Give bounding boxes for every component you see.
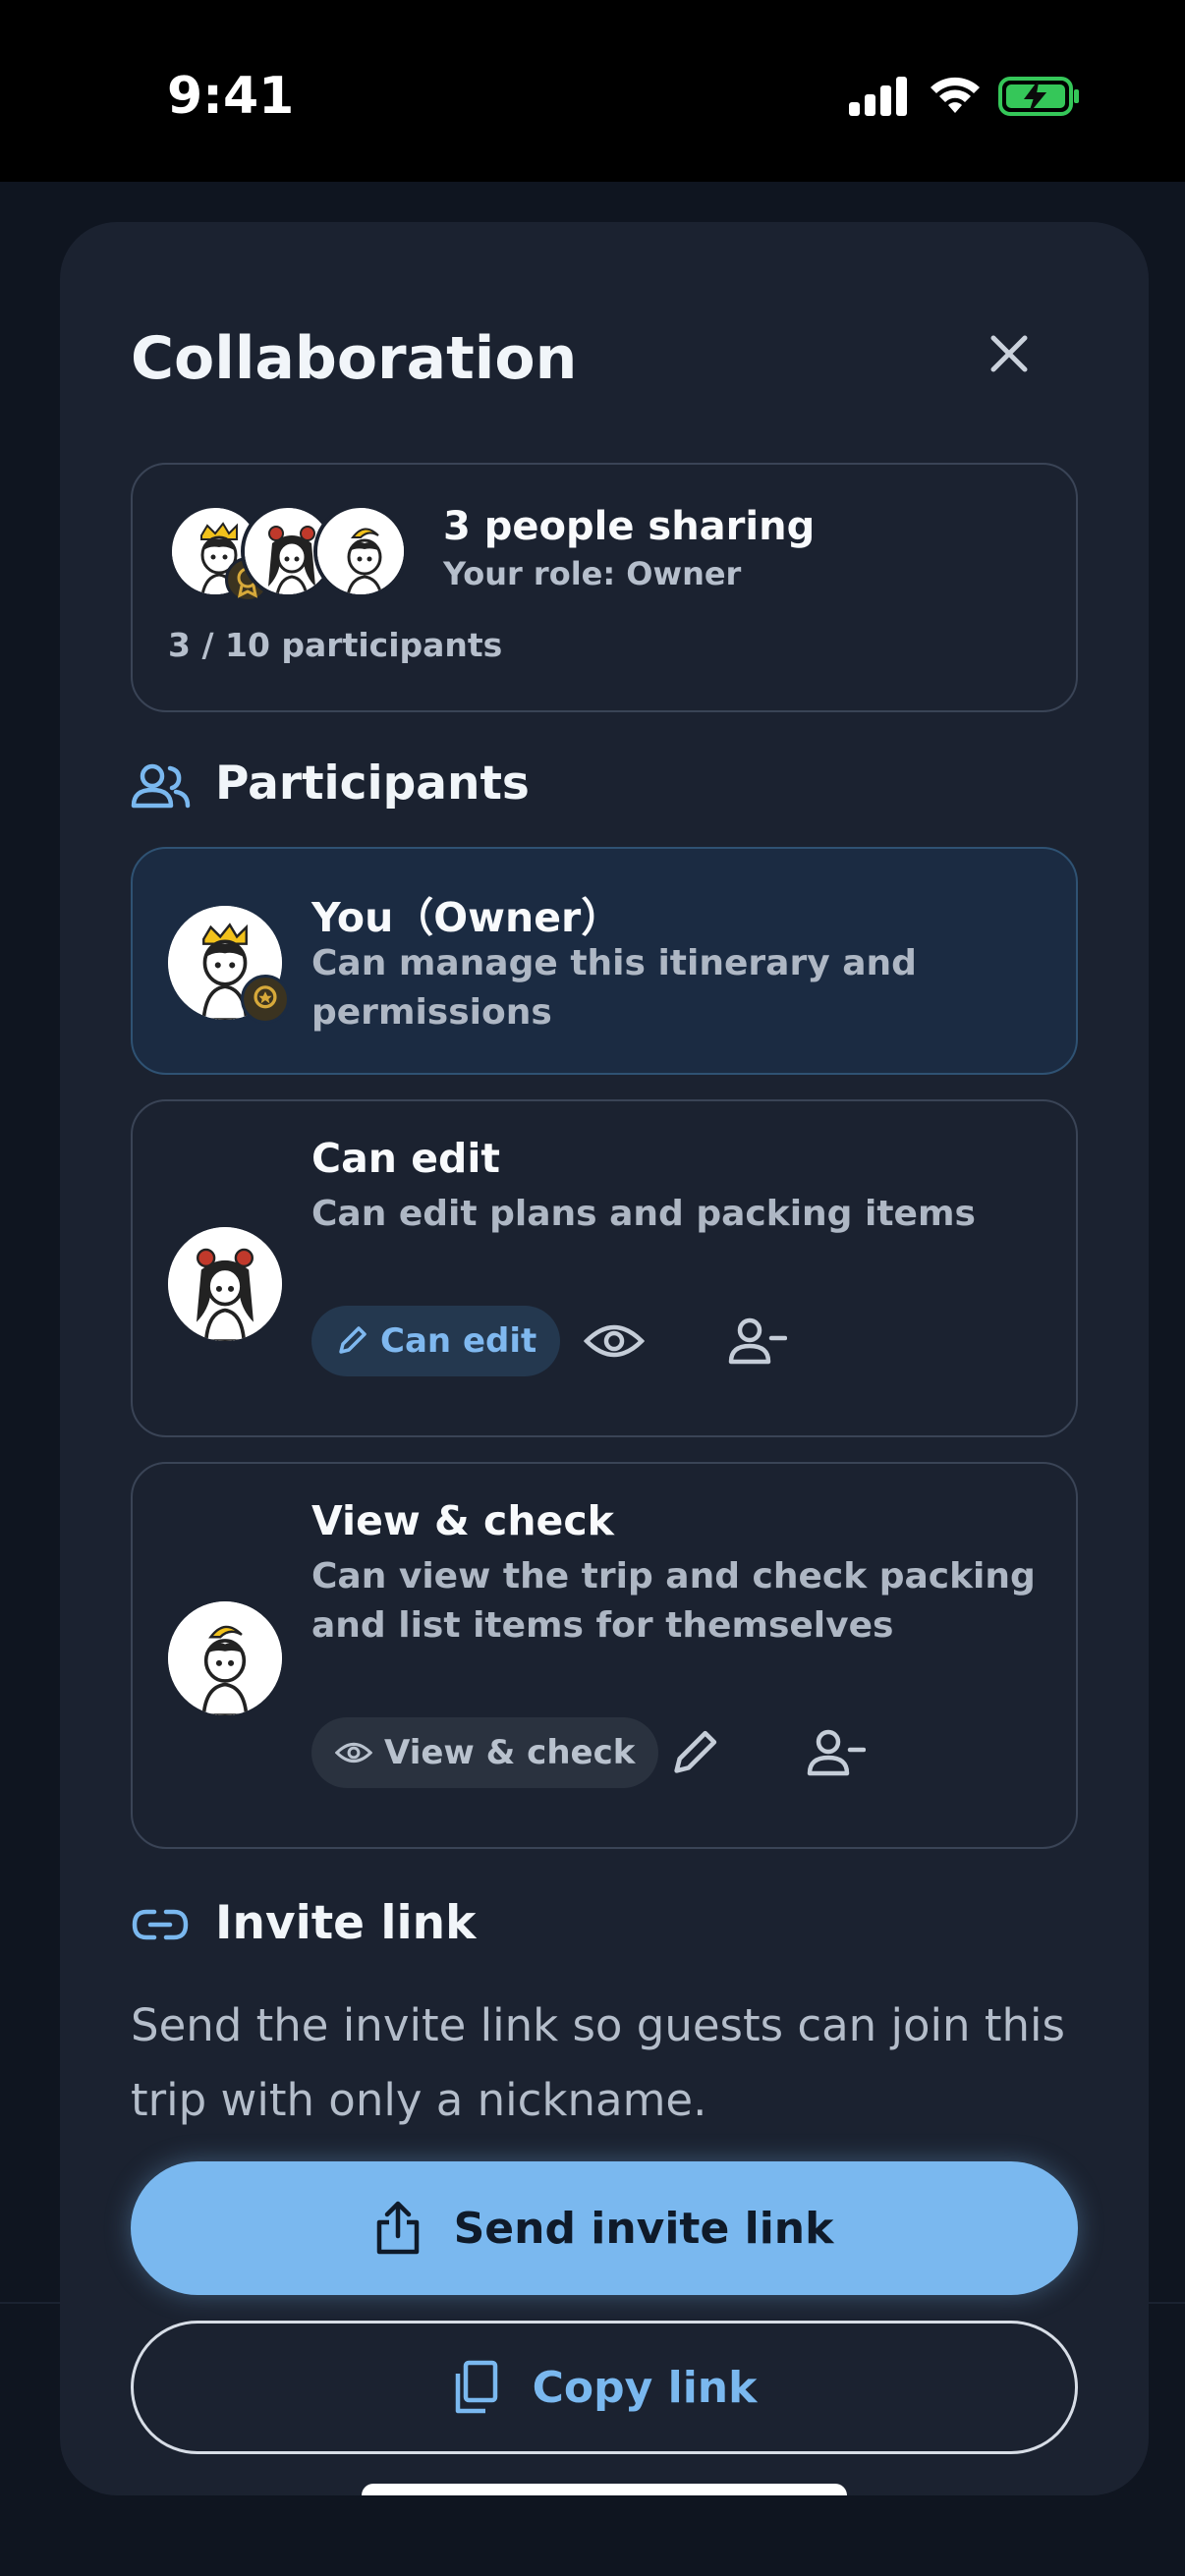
participant-card-viewer: View & check Can view the trip and check… [131,1462,1078,1849]
participant-card-owner: You（Owner） Can manage this itinerary and… [131,847,1078,1075]
pencil-icon [339,1326,367,1354]
participant-card-editor: Can edit Can edit plans and packing item… [131,1099,1078,1437]
sharing-count-headline: 3 people sharing [443,504,816,549]
status-time: 9:41 [167,67,295,126]
participants-section-title: Participants [215,756,530,811]
avatar-editor [168,1227,282,1341]
participant-role-title: Can edit [311,1135,501,1182]
participant-name: You（Owner） [311,894,622,941]
role-chip-view-check[interactable]: View & check [311,1717,659,1788]
users-icon [131,763,191,809]
status-bar: 9:41 [0,0,1185,182]
cellular-signal-icon [849,77,907,116]
collaboration-sheet: Collaboration 3 people sharing Your role… [60,222,1149,2495]
remove-user-icon [728,1317,787,1365]
send-invite-link-label: Send invite link [453,2203,834,2254]
participant-count: 3 / 10 participants [168,626,503,664]
invite-description: Send the invite link so guests can join … [131,1999,1065,2126]
eye-icon [584,1324,645,1358]
role-chip-label: Can edit [380,1321,537,1361]
remove-participant-button[interactable] [722,1306,793,1376]
copy-link-label: Copy link [532,2362,758,2413]
close-icon[interactable] [980,324,1039,383]
set-edit-permission-button[interactable] [659,1717,730,1788]
participant-permission-description: Can manage this itinerary and permission… [311,943,917,1033]
battery-charging-icon [998,77,1079,116]
invite-section-title: Invite link [215,1896,477,1950]
set-view-permission-button[interactable] [579,1306,649,1376]
sheet-title: Collaboration [131,324,578,393]
owner-badge-icon [241,975,290,1024]
role-chip-can-edit[interactable]: Can edit [311,1306,561,1376]
wifi-icon [931,77,980,113]
sharing-summary-card: 3 people sharing Your role: Owner 3 / 10… [131,463,1078,712]
home-indicator [362,2484,847,2495]
copy-link-button[interactable]: Copy link [131,2321,1078,2454]
share-icon [376,2201,419,2255]
role-chip-label: View & check [384,1733,636,1772]
send-invite-link-button[interactable]: Send invite link [131,2161,1078,2295]
remove-participant-button[interactable] [801,1717,872,1788]
participant-role-title: View & check [311,1497,614,1544]
pencil-icon [674,1730,717,1773]
link-icon [132,1909,189,1940]
participant-permission-description: Can view the trip and check packing and … [311,1556,1036,1646]
avatar-viewer [168,1601,282,1715]
remove-user-icon [807,1729,866,1776]
eye-icon [335,1742,372,1764]
avatar-viewer [313,504,408,598]
your-role-label: Your role: Owner [443,555,742,592]
copy-icon [455,2360,497,2414]
participant-permission-description: Can edit plans and packing items [311,1194,976,1234]
